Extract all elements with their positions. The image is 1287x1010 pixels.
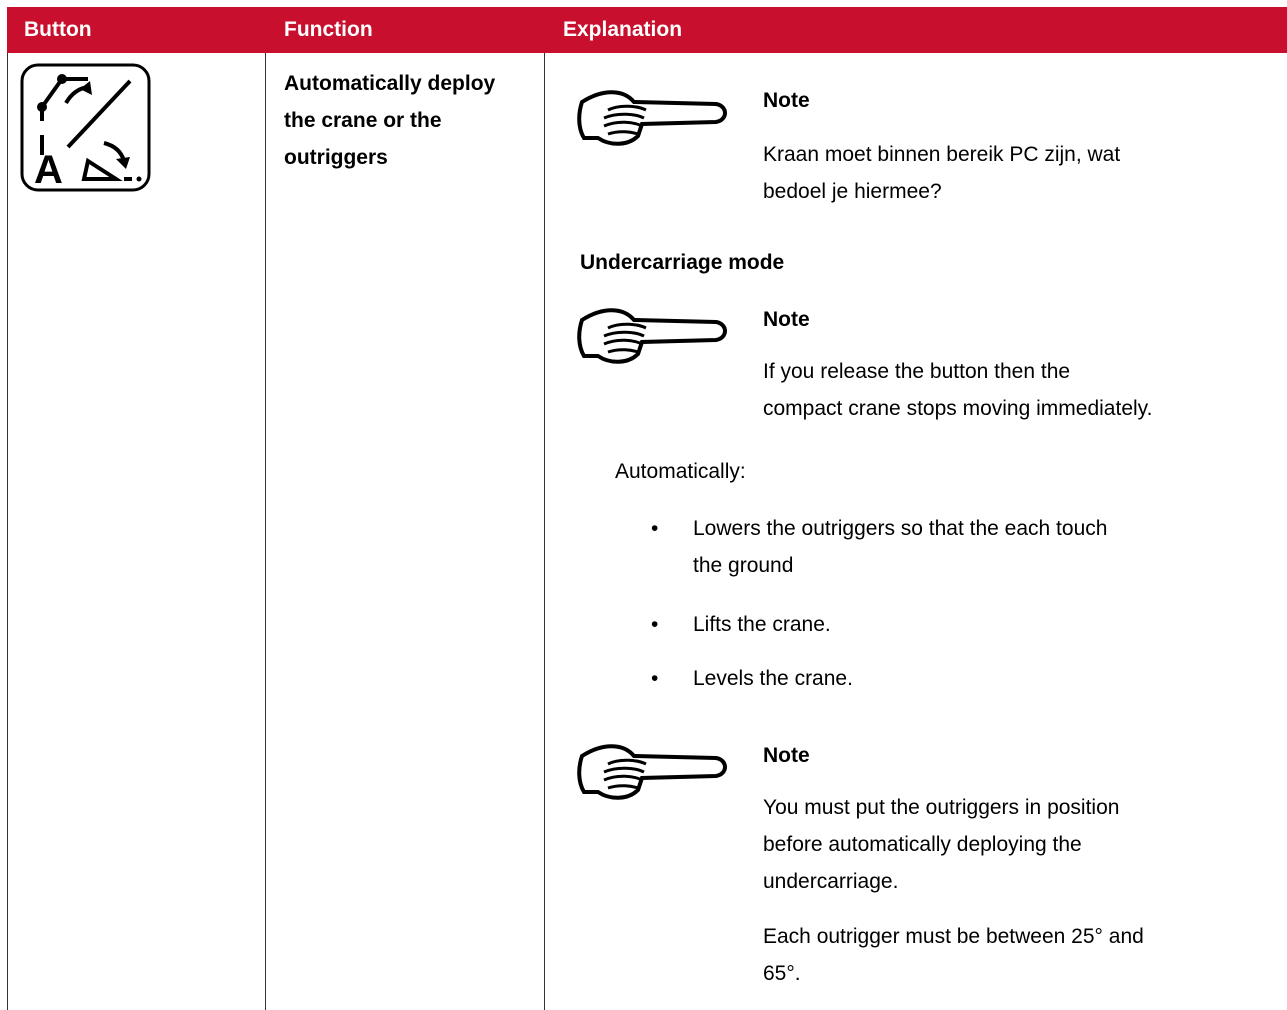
bullet-1-line-1: Lowers the outriggers so that the each t… [693, 517, 1108, 540]
note-1-line-2: bedoel je hiermee? [763, 180, 942, 203]
pointing-hand-icon [577, 744, 727, 800]
header-explanation: Explanation [563, 18, 683, 41]
pointing-hand-icon [577, 90, 727, 146]
note-2-title: Note [763, 308, 810, 331]
bullet-marker: • [651, 613, 659, 636]
column-divider-1 [265, 53, 266, 1010]
function-line-2: the crane or the [284, 109, 442, 132]
function-line-3: outriggers [284, 146, 388, 169]
note-2-line-1: If you release the button then the [763, 360, 1071, 383]
note-1-title: Note [763, 89, 810, 112]
note-3-line-1: You must put the outriggers in position [763, 796, 1120, 819]
note-2-line-2: compact crane stops moving immediately. [763, 397, 1153, 420]
auto-deploy-icon[interactable]: A [20, 63, 151, 192]
svg-text:A: A [34, 148, 63, 192]
note-3-extra-line-2: 65°. [763, 962, 801, 985]
bullet-3: Levels the crane. [693, 667, 853, 690]
note-1-line-1: Kraan moet binnen bereik PC zijn, wat [763, 143, 1121, 166]
column-divider-2 [544, 53, 545, 1010]
note-3-line-2: before automatically deploying the [763, 833, 1082, 856]
header-function: Function [284, 18, 373, 41]
automatically-label: Automatically: [615, 460, 746, 483]
function-line-1: Automatically deploy [284, 72, 496, 95]
note-3-title: Note [763, 744, 810, 767]
section-heading: Undercarriage mode [580, 251, 785, 274]
bullet-1-line-2: the ground [693, 554, 794, 577]
pointing-hand-icon [577, 308, 727, 364]
note-3-extra-line-1: Each outrigger must be between 25° and [763, 925, 1144, 948]
column-border-left [7, 53, 8, 1010]
note-3-line-3: undercarriage. [763, 870, 899, 893]
bullet-marker: • [651, 667, 659, 690]
header-button: Button [24, 18, 92, 41]
bullet-2: Lifts the crane. [693, 613, 831, 636]
bullet-marker: • [651, 517, 659, 540]
